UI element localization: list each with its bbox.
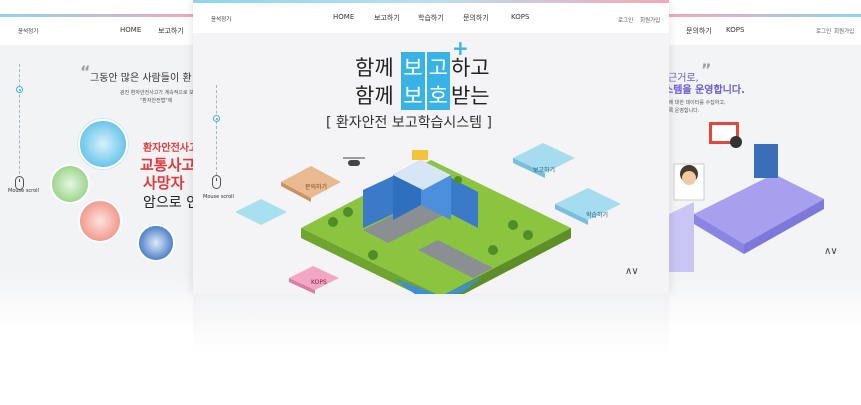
body-line-1: 광진 환자안전사고가 계속적으로 보 (120, 90, 194, 96)
site-logo[interactable]: 윤석정기 (18, 27, 38, 35)
scroll-indicator (14, 64, 26, 204)
body-line-2: "환자안전법"에 (140, 98, 173, 104)
scroll-track (19, 64, 21, 174)
red-line-1: 환자안전사고 (143, 143, 199, 154)
illustration-circle-4 (137, 224, 175, 262)
illustration-circle-2 (50, 164, 90, 204)
page-arrows-icon[interactable]: ∧∨ (625, 266, 639, 277)
label-learn[interactable]: 학습하기 (586, 210, 608, 219)
black-line: 암으로 인 (143, 195, 199, 211)
label-inquiry[interactable]: 문의하기 (305, 182, 327, 191)
nav-home[interactable]: HOME (120, 26, 141, 34)
left-reflection (0, 272, 200, 332)
center-reflection (193, 294, 669, 354)
center-preview-panel: 윤석정기 HOME 보고하기 학습하기 문의하기 KOPS 로그인 회원가입 함… (193, 0, 669, 294)
right-preview-panel: 문의하기 KOPS 로그인 회원가입 근거로, ” 스템을 운영합니다. 고에 … (664, 14, 861, 272)
left-preview-panel: 윤석정기 HOME 보고하기 Mouse scroll “ 그동안 많은 사람들… (0, 14, 200, 272)
quote-mark-icon: “ (80, 62, 91, 81)
quote-text: 그동안 많은 사람들이 환 (90, 73, 192, 84)
mouse-scroll-label: Mouse scroll (8, 188, 39, 194)
illustration-circle-3 (78, 199, 122, 243)
scroll-dot-active[interactable] (16, 86, 23, 93)
red-line-3: 사망자 (143, 174, 185, 192)
nav-report[interactable]: 보고하기 (158, 26, 184, 36)
page-arrows-icon[interactable]: ∧∨ (824, 246, 838, 257)
hospital-city-illustration (235, 143, 621, 294)
illustration-circle-1 (78, 119, 128, 169)
label-report[interactable]: 보고하기 (533, 165, 555, 174)
office-illustration (669, 122, 824, 272)
right-reflection (664, 272, 861, 332)
left-navbar: 윤석정기 HOME 보고하기 (0, 17, 200, 45)
label-kops[interactable]: KOPS (311, 279, 327, 286)
